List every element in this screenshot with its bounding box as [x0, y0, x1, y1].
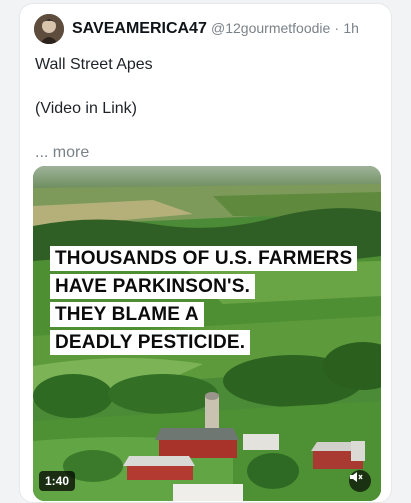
headline-line: DEADLY PESTICIDE. — [50, 330, 251, 355]
video-player[interactable]: THOUSANDS OF U.S. FARMERS HAVE PARKINSON… — [33, 166, 381, 501]
post-card[interactable]: SAVEAMERICA47 @12gourmetfoodie · 1h Wall… — [19, 3, 392, 503]
user-handle[interactable]: @12gourmetfoodie — [211, 20, 330, 36]
avatar[interactable] — [34, 14, 64, 44]
headline-line: THOUSANDS OF U.S. FARMERS — [50, 246, 358, 271]
post-time[interactable]: 1h — [343, 20, 359, 36]
display-name[interactable]: SAVEAMERICA47 — [72, 20, 207, 37]
headline-line: HAVE PARKINSON'S. — [50, 274, 256, 299]
mute-button[interactable] — [349, 470, 371, 492]
video-headline: THOUSANDS OF U.S. FARMERS HAVE PARKINSON… — [50, 246, 358, 358]
headline-line: THEY BLAME A — [50, 302, 204, 327]
post-text-line2: (Video in Link) — [35, 100, 137, 117]
more-link[interactable]: ... more — [35, 144, 89, 162]
post-text-line1: Wall Street Apes — [35, 56, 153, 73]
post-header: SAVEAMERICA47 @12gourmetfoodie · 1h — [72, 18, 359, 39]
video-duration-badge: 1:40 — [39, 471, 76, 491]
separator-dot: · — [334, 20, 340, 36]
volume-muted-icon — [350, 472, 363, 482]
